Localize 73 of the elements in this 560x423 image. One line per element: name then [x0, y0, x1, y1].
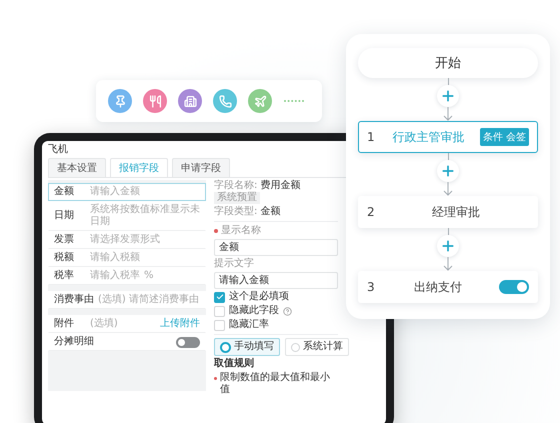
field-placeholder: 请输入税额: [90, 252, 140, 264]
info-label: 字段类型:: [214, 206, 258, 218]
building-icon[interactable]: [178, 89, 202, 113]
step-number: 1: [367, 130, 376, 144]
field-label: 发票: [54, 234, 75, 246]
field-label: 附件: [54, 318, 75, 330]
field-label: 税额: [54, 252, 75, 264]
field-placeholder: 系统将按数值标准显示未日期: [90, 204, 200, 228]
field-label: 金额: [54, 186, 75, 198]
checkbox[interactable]: [214, 306, 225, 316]
section-title: 取值规则: [214, 358, 255, 370]
tab[interactable]: 基本设置: [48, 158, 106, 177]
checkbox-label: 这个是必填项: [229, 291, 289, 303]
checkbox[interactable]: [214, 320, 225, 330]
info-label: 字段名称:: [214, 180, 258, 192]
bullet-icon: [214, 377, 217, 380]
step-label: 经理审批: [431, 204, 481, 220]
plus-icon: [440, 88, 456, 104]
connector-arrow: [443, 257, 453, 271]
field-placeholder: 请输入金额: [90, 186, 140, 198]
window-title: 飞机: [48, 143, 68, 156]
connector-arrow: [443, 107, 453, 121]
add-step-button[interactable]: [437, 85, 459, 107]
add-step-button[interactable]: [437, 235, 459, 257]
form-row[interactable]: 金额 请输入金额: [48, 183, 206, 201]
field-placeholder: 请选择发票形式: [90, 234, 160, 246]
info-value: 费用金额: [260, 180, 300, 192]
phone-icon[interactable]: [213, 89, 237, 113]
approval-step[interactable]: 1 行政主管审批 条件 会签: [358, 121, 538, 153]
form-row[interactable]: 消费事由 (选填) 请简述消费事由: [48, 291, 206, 309]
toggle-switch[interactable]: [499, 280, 529, 294]
field-label: 提示文字: [214, 258, 254, 270]
tag: 系统预置: [214, 192, 260, 204]
step-label: 出纳支付: [413, 278, 463, 296]
step-label: 行政主管审批: [391, 128, 466, 146]
approval-step[interactable]: 3 出纳支付: [358, 271, 538, 303]
input-field[interactable]: 请输入金额: [214, 272, 338, 289]
toggle-switch[interactable]: [176, 336, 200, 348]
form-row[interactable]: 税额 请输入税额: [48, 249, 206, 267]
input-field[interactable]: 金额: [214, 239, 338, 256]
field-label: 消费事由: [54, 294, 94, 306]
plus-icon: [440, 238, 456, 254]
checkbox-label: 隐藏汇率: [229, 319, 269, 331]
field-placeholder: (选填) 请简述消费事由: [98, 294, 199, 306]
add-step-button[interactable]: [437, 160, 459, 182]
step-number: 3: [367, 280, 376, 294]
form-row[interactable]: 发票 请选择发票形式: [48, 231, 206, 249]
field-label: 分摊明细: [54, 336, 94, 348]
condition-tag: 条件 会签: [480, 128, 529, 146]
optional-note: (选填): [90, 318, 118, 330]
tab[interactable]: 申请字段: [172, 158, 230, 177]
pin-icon[interactable]: [108, 89, 132, 113]
fork-knife-icon[interactable]: [143, 89, 167, 113]
field-label: 日期: [54, 210, 75, 222]
field-label: 税率: [54, 270, 75, 282]
checkbox[interactable]: [214, 292, 225, 302]
step-number: 2: [367, 205, 376, 219]
radio-option[interactable]: 手动填写: [214, 338, 280, 356]
connector-arrow: [443, 182, 453, 196]
radio-option[interactable]: 系统计算: [285, 338, 349, 356]
form-row[interactable]: 日期 系统将按数值标准显示未日期: [48, 201, 206, 231]
plus-icon: [440, 163, 456, 179]
field-label: 显示名称: [221, 225, 261, 237]
checkbox-label: 隐藏此字段: [229, 305, 279, 317]
start-node: 开始: [358, 48, 538, 78]
unit-label: %: [144, 270, 154, 282]
form-row[interactable]: 税率 请输入税率 %: [48, 267, 206, 285]
rule-text: 限制数值的最大值和最小值: [220, 372, 331, 396]
approval-step[interactable]: 2 经理审批: [358, 196, 538, 228]
info-value: 金额: [260, 206, 280, 218]
ellipsis-icon[interactable]: [283, 99, 305, 103]
airplane-icon[interactable]: [248, 89, 272, 113]
field-placeholder: 请输入税率: [90, 270, 140, 282]
